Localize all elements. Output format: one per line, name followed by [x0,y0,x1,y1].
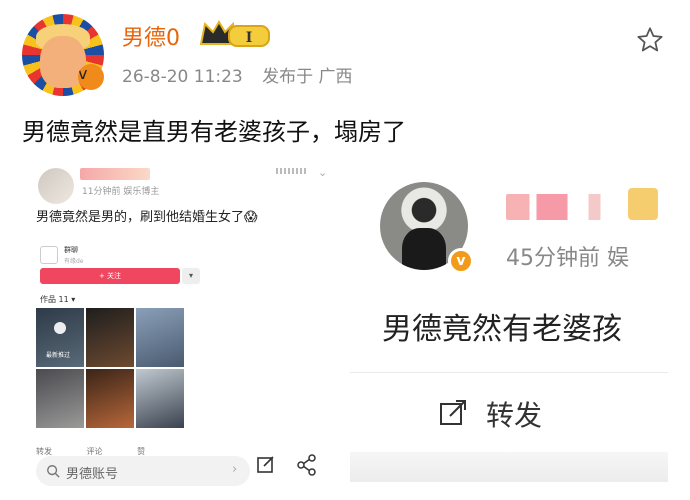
embedded-meta: 11分钟前 娱乐博主 [82,187,160,197]
post-location: 发布于 广西 [262,67,353,87]
verified-badge-icon: v [448,248,474,274]
edit-icon [257,456,274,473]
embedded-post-text-right: 男德竟然有老婆孩 [382,312,622,347]
dropdown-icon: ▾ [182,268,200,284]
favorite-star-icon[interactable] [636,26,664,54]
repost-button: 转发 [438,394,598,432]
embedded-screenshot-left[interactable]: 11分钟前 娱乐博主 ⌄ 男德竟然是男的，刷到他结婚生女了😱 群聊 有缘de +… [26,156,344,494]
embedded-name-redacted [80,168,150,180]
search-bar: 男德账号 › [36,456,250,486]
share-icon [297,454,316,476]
embedded-like-label: 赞 [137,447,146,456]
embedded-avatar [38,168,74,204]
works-grid: 最新推过 [36,308,184,428]
repost-icon [440,400,466,425]
level-label: I [246,30,253,46]
work-tile [136,369,184,428]
work-tile [136,308,184,367]
embedded-group-card: 群聊 有缘de [38,242,178,268]
chevron-down-icon: ⌄ [318,166,328,179]
group-chat-icon [40,246,58,264]
crown-level-icon [628,188,658,220]
embedded-comment-label: 评论 [86,447,103,456]
search-icon [47,465,60,478]
divider [350,372,668,373]
avatar-figure [402,228,446,270]
works-label: 作品 11 ▾ [40,295,76,304]
repost-label: 转发 [486,399,543,432]
work-tile [86,369,134,428]
group-card-subtitle: 有缘de [64,258,84,265]
follow-button: + 关注 [40,268,180,284]
embedded-screenshot-right[interactable]: v 45分钟前 娱 男德竟然有老婆孩 转发 [350,156,668,486]
embedded-post-text: 男德竟然是男的，刷到他结婚生女了😱 [36,210,258,225]
post-text: 男德竟然是直男有老婆孩子，塌房了 [22,118,406,146]
username[interactable]: 男德0 [122,20,180,52]
work-tile: 最新推过 [36,308,84,367]
post-meta: 26-8-20 11:23 发布于 广西 [122,62,353,87]
search-placeholder: 男德账号 [66,467,119,482]
embedded-footer [350,452,668,482]
post-timestamp: 26-8-20 11:23 [122,67,243,87]
play-icon [54,322,66,334]
verified-badge-icon: v [78,64,104,90]
work-tile [86,308,134,367]
group-card-title: 群聊 [64,246,78,254]
embedded-dots [276,168,306,174]
chevron-right-icon: › [232,462,238,477]
work-tile [36,369,84,428]
embedded-name-redacted [506,194,624,220]
crown-level-icon: I [199,20,270,47]
embedded-meta-right: 45分钟前 娱 [506,246,629,271]
embedded-repost-label: 转发 [36,447,52,456]
